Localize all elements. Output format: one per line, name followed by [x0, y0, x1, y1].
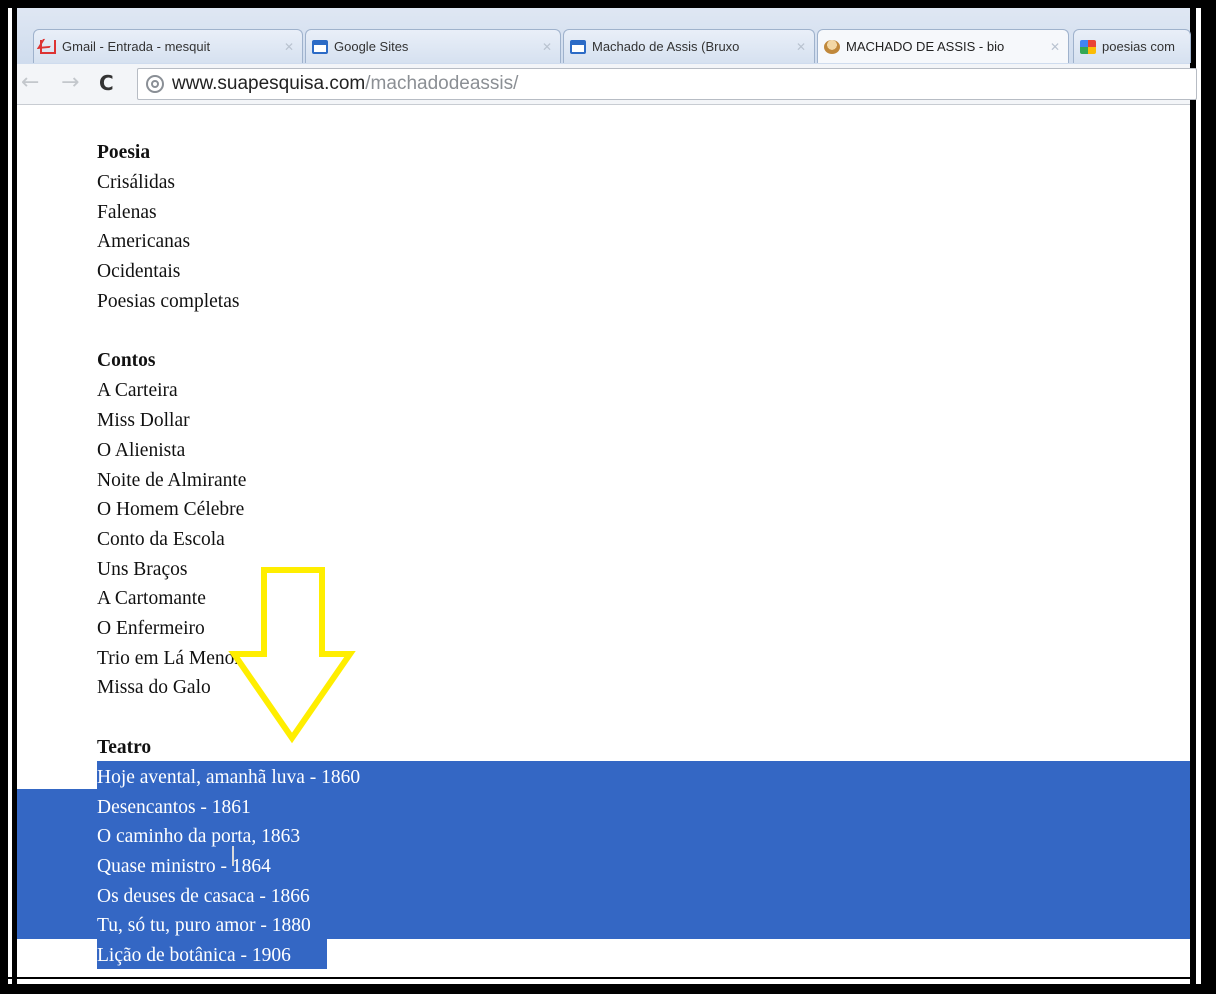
frame-border-left [0, 0, 8, 994]
text-cursor-icon [232, 846, 236, 866]
list-item: O caminho da porta, 1863 [97, 826, 301, 848]
frame-border-bottom-inner [8, 977, 1190, 979]
list-item: Trio em Lá Menor [97, 647, 241, 669]
list-item: Os deuses de casaca - 1866 [97, 885, 310, 907]
gmail-icon [40, 39, 56, 54]
close-icon[interactable]: ✕ [1050, 40, 1060, 54]
frame-border-right [1190, 0, 1216, 994]
tab-label: MACHADO DE ASSIS - bio [846, 39, 1005, 54]
tab-label: poesias com [1102, 39, 1175, 54]
avatar-icon [824, 39, 840, 54]
tab-gmail[interactable]: Gmail - Entrada - mesquit ✕ [33, 29, 303, 63]
list-item: Noite de Almirante [97, 469, 247, 491]
list-item: Quase ministro - 1864 [97, 856, 271, 878]
list-item: Missa do Galo [97, 677, 211, 699]
browser-tabstrip: Gmail - Entrada - mesquit ✕ Google Sites… [17, 8, 1191, 64]
tab-google-sites[interactable]: Google Sites ✕ [305, 29, 561, 63]
page-content: Poesia Crisálidas Falenas Americanas Oci… [97, 138, 797, 971]
list-item: Uns Braços [97, 558, 188, 580]
list-item: Americanas [97, 231, 191, 253]
url-host: www.suapesquisa.com [172, 73, 366, 94]
forward-icon[interactable]: → [61, 72, 79, 94]
section-heading-contos: Contos [97, 350, 156, 372]
list-item: Miss Dollar [97, 410, 190, 432]
url-path: /machadodeassis/ [365, 73, 519, 94]
list-item: Poesias completas [97, 290, 240, 312]
list-item: Desencantos - 1861 [97, 796, 251, 818]
close-icon[interactable]: ✕ [796, 40, 806, 54]
frame-border-top [0, 0, 1216, 8]
globe-icon [146, 75, 164, 93]
list-item: Conto da Escola [97, 528, 225, 550]
list-item: A Carteira [97, 380, 178, 402]
tab-poesias[interactable]: poesias com [1073, 29, 1191, 63]
teatro-list: Hoje avental, amanhã luva - 1860 Desenca… [97, 763, 797, 971]
list-item: Hoje avental, amanhã luva - 1860 [97, 767, 361, 788]
tab-label: Machado de Assis (Bruxo [592, 39, 740, 54]
list-item: Ocidentais [97, 261, 181, 283]
close-icon[interactable]: ✕ [542, 40, 552, 54]
list-item: O Enfermeiro [97, 617, 205, 639]
back-icon[interactable]: ← [21, 72, 39, 94]
browser-toolbar: ← → C www.suapesquisa.com/machadodeassis… [17, 64, 1197, 105]
list-item: O Homem Célebre [97, 499, 245, 521]
list-item: Falenas [97, 201, 157, 223]
page-icon [312, 39, 328, 54]
tab-label: Google Sites [334, 39, 409, 54]
list-item: Crisálidas [97, 172, 175, 193]
list-item: O Alienista [97, 439, 186, 461]
page-icon [570, 39, 586, 54]
list-item: A Cartomante [97, 588, 206, 610]
tab-machado-bio[interactable]: MACHADO DE ASSIS - bio ✕ [817, 29, 1069, 63]
section-heading-teatro: Teatro [97, 737, 152, 758]
tab-label: Gmail - Entrada - mesquit [62, 39, 211, 54]
frame-border-bottom [0, 984, 1216, 994]
address-bar[interactable]: www.suapesquisa.com/machadodeassis/ [137, 68, 1197, 100]
reload-icon[interactable]: C [99, 72, 114, 94]
google-icon [1080, 39, 1096, 54]
list-item: Tu, só tu, puro amor - 1880 [97, 915, 311, 937]
section-heading-poesia: Poesia [97, 142, 151, 163]
selection-gap [17, 761, 97, 789]
close-icon[interactable]: ✕ [284, 40, 294, 54]
list-item: Lição de botânica - 1906 [97, 945, 291, 967]
tab-machado-bruxo[interactable]: Machado de Assis (Bruxo ✕ [563, 29, 815, 63]
frame-border-gap [1196, 8, 1201, 984]
down-arrow-icon [228, 567, 356, 744]
